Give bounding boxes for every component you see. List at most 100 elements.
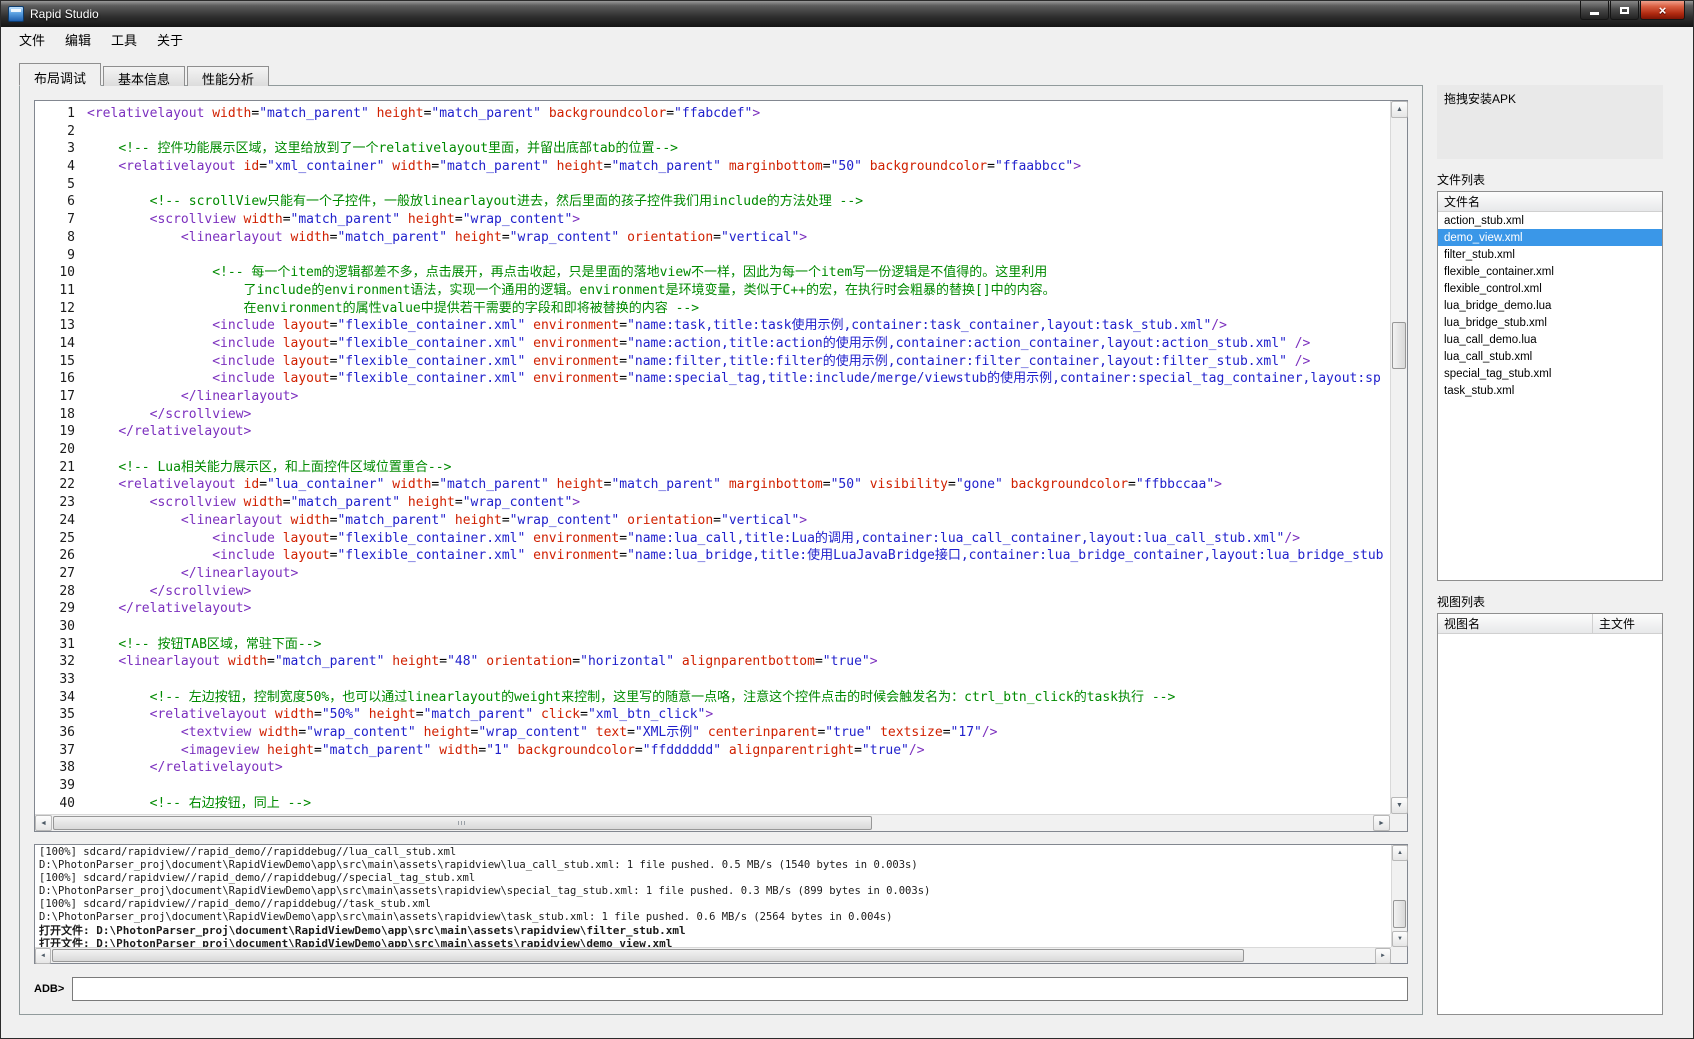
- adb-row: ADB>: [34, 976, 1408, 1002]
- code-line: 24 <linearlayout width="match_parent" he…: [35, 512, 1390, 530]
- editor-vscroll-track[interactable]: [1391, 118, 1407, 797]
- log-lines: [100%] sdcard/rapidview//rapid_demo//rap…: [35, 845, 1391, 947]
- adb-command-input[interactable]: [72, 977, 1408, 1001]
- code-line: 37 <imageview height="match_parent" widt…: [35, 742, 1390, 760]
- scroll-up-arrow-icon[interactable]: ▲: [1392, 845, 1408, 861]
- line-number: 32: [59, 654, 75, 670]
- main-file-column-header[interactable]: 主文件: [1592, 614, 1662, 633]
- code-line: 6 <!-- scrollView只能有一个子控件，一般放linearlayou…: [35, 193, 1390, 211]
- scroll-down-arrow-icon[interactable]: ▼: [1391, 797, 1408, 814]
- scroll-right-arrow-icon[interactable]: ►: [1375, 948, 1391, 964]
- file-item-task_stub.xml[interactable]: task_stub.xml: [1438, 382, 1662, 399]
- view-list-header-row[interactable]: 视图名 主文件: [1438, 614, 1662, 634]
- line-number: 3: [67, 141, 75, 157]
- maximize-button[interactable]: [1610, 1, 1639, 20]
- apk-drop-zone[interactable]: 拖拽安装APK: [1437, 85, 1663, 159]
- code-line: 26 <include layout="flexible_container.x…: [35, 547, 1390, 565]
- view-name-column-header[interactable]: 视图名: [1438, 614, 1592, 633]
- log-hscroll-thumb[interactable]: [52, 949, 1244, 962]
- file-name-column-header[interactable]: 文件名: [1438, 192, 1662, 211]
- file-item-lua_bridge_demo.lua[interactable]: lua_bridge_demo.lua: [1438, 297, 1662, 314]
- code-line: 4 <relativelayout id="xml_container" wid…: [35, 158, 1390, 176]
- file-item-special_tag_stub.xml[interactable]: special_tag_stub.xml: [1438, 365, 1662, 382]
- log-line: D:\PhotonParser_proj\document\RapidViewD…: [39, 911, 893, 923]
- log-line: D:\PhotonParser_proj\document\RapidViewD…: [39, 885, 931, 897]
- code-line: 18 </scrollview>: [35, 406, 1390, 424]
- code-line: 16 <include layout="flexible_container.x…: [35, 370, 1390, 388]
- tab-layout-debug[interactable]: 布局调试: [19, 63, 102, 86]
- log-vertical-scrollbar[interactable]: ▲ ▼: [1391, 845, 1408, 947]
- line-number: 27: [59, 565, 75, 581]
- sidebar: 拖拽安装APK 文件列表 文件名 action_stub.xml demo_vie…: [1437, 85, 1663, 1015]
- file-list-header-row[interactable]: 文件名: [1438, 192, 1662, 212]
- close-button[interactable]: ×: [1640, 1, 1685, 20]
- code-line: 40 <!-- 右边按钮，同上 -->: [35, 795, 1390, 813]
- code-line: 21 <!-- Lua相关能力展示区，和上面控件区域位置重合-->: [35, 459, 1390, 477]
- file-item-flexible_container.xml[interactable]: flexible_container.xml: [1438, 263, 1662, 280]
- scroll-left-arrow-icon[interactable]: ◄: [35, 948, 51, 964]
- code-line: 35 <relativelayout width="50%" height="m…: [35, 706, 1390, 724]
- file-item-flexible_control.xml[interactable]: flexible_control.xml: [1438, 280, 1662, 297]
- file-item-lua_call_stub.xml[interactable]: lua_call_stub.xml: [1438, 348, 1662, 365]
- menu-bar: 文件 编辑 工具 关于: [1, 27, 1693, 51]
- file-item-lua_bridge_stub.xml[interactable]: lua_bridge_stub.xml: [1438, 314, 1662, 331]
- line-number: 36: [59, 725, 75, 741]
- menu-item-tools[interactable]: 工具: [101, 27, 147, 52]
- log-vscroll-track[interactable]: [1392, 861, 1407, 931]
- log-line: 打开文件: D:\PhotonParser_proj\document\Rapi…: [39, 924, 686, 937]
- line-number: 19: [59, 424, 75, 440]
- line-number: 1: [67, 106, 75, 121]
- code-line: 13 <include layout="flexible_container.x…: [35, 317, 1390, 335]
- code-editor[interactable]: 1 <relativelayout width="match_parent" he…: [34, 100, 1408, 832]
- view-list: 视图名 主文件: [1437, 613, 1663, 1015]
- editor-hscroll-track[interactable]: [52, 815, 1373, 831]
- file-item-lua_call_demo.lua[interactable]: lua_call_demo.lua: [1438, 331, 1662, 348]
- line-number: 16: [59, 371, 75, 387]
- line-number: 25: [59, 530, 75, 546]
- code-line: 27 </linearlayout>: [35, 565, 1390, 583]
- code-view[interactable]: 1 <relativelayout width="match_parent" he…: [35, 101, 1390, 814]
- file-item-filter_stub.xml[interactable]: filter_stub.xml: [1438, 246, 1662, 263]
- log-horizontal-scrollbar[interactable]: ◄ ►: [35, 947, 1391, 964]
- editor-vscroll-thumb[interactable]: [1392, 321, 1406, 370]
- minimize-button[interactable]: [1580, 1, 1609, 20]
- file-item-demo_view.xml[interactable]: demo_view.xml: [1438, 229, 1662, 246]
- editor-vertical-scrollbar[interactable]: ▲ ▼: [1390, 101, 1408, 814]
- code-line: 38 </relativelayout>: [35, 759, 1390, 777]
- title-bar[interactable]: Rapid Studio: [1, 1, 1693, 27]
- file-item-action_stub.xml[interactable]: action_stub.xml: [1438, 212, 1662, 229]
- window-controls: ×: [1580, 1, 1685, 20]
- code-line: 8 <linearlayout width="match_parent" hei…: [35, 229, 1390, 247]
- line-number: 5: [67, 176, 75, 192]
- code-line: 32 <linearlayout width="match_parent" he…: [35, 653, 1390, 671]
- editor-hscroll-thumb[interactable]: [53, 816, 873, 830]
- file-list-title: 文件列表: [1437, 173, 1486, 187]
- scroll-right-arrow-icon[interactable]: ►: [1373, 815, 1390, 831]
- scroll-left-arrow-icon[interactable]: ◄: [35, 815, 52, 831]
- line-number: 29: [59, 601, 75, 617]
- menu-item-file[interactable]: 文件: [9, 27, 55, 52]
- code-line: 19 </relativelayout>: [35, 423, 1390, 441]
- tab-basic-info[interactable]: 基本信息: [103, 66, 186, 87]
- code-line: 23 <scrollview width="match_parent" heig…: [35, 494, 1390, 512]
- scroll-down-arrow-icon[interactable]: ▼: [1392, 931, 1408, 947]
- scroll-up-arrow-icon[interactable]: ▲: [1391, 101, 1408, 118]
- log-vscroll-thumb[interactable]: [1393, 899, 1406, 928]
- code-line: 39: [35, 777, 1390, 795]
- line-number: 21: [59, 459, 75, 475]
- code-lines: 1 <relativelayout width="match_parent" he…: [35, 105, 1390, 813]
- file-list: 文件名 action_stub.xml demo_view.xml filter_s…: [1437, 191, 1663, 581]
- code-line: 22 <relativelayout id="lua_container" wi…: [35, 476, 1390, 494]
- app-icon: [8, 6, 24, 22]
- menu-item-edit[interactable]: 编辑: [55, 27, 101, 52]
- line-number: 14: [59, 335, 75, 351]
- code-line: 17 </linearlayout>: [35, 388, 1390, 406]
- menu-item-about[interactable]: 关于: [147, 27, 193, 52]
- code-line: 2: [35, 123, 1390, 141]
- log-hscroll-track[interactable]: [51, 948, 1375, 963]
- log-line: [100%] sdcard/rapidview//rapid_demo//rap…: [39, 872, 476, 884]
- line-number: 8: [67, 229, 75, 245]
- editor-horizontal-scrollbar[interactable]: ◄ ►: [35, 814, 1390, 831]
- code-line: 10 <!-- 每一个item的逻辑都差不多，点击展开，再点击收起，只是里面的落…: [35, 264, 1390, 282]
- tab-performance[interactable]: 性能分析: [187, 66, 270, 87]
